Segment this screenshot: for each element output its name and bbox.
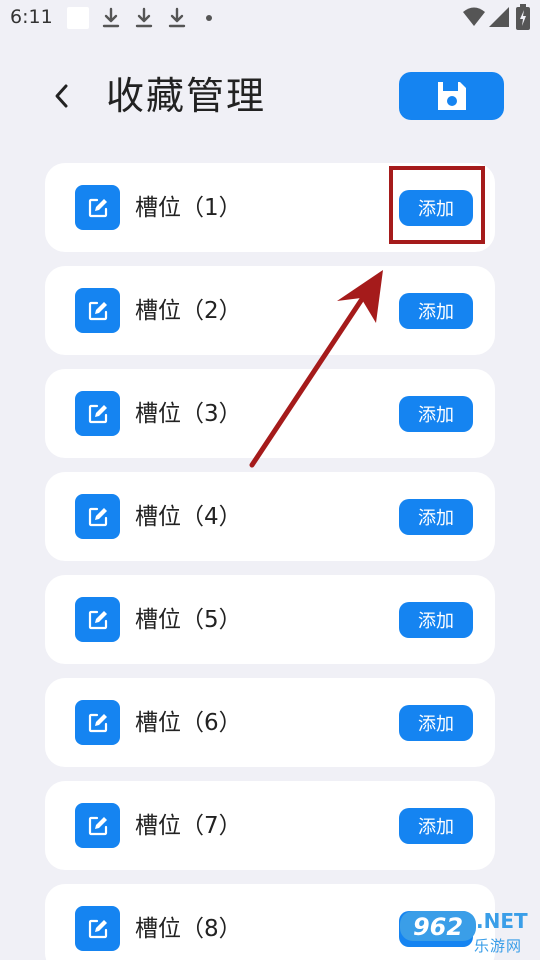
edit-icon	[88, 816, 107, 835]
slot-label: 槽位（7）	[135, 813, 242, 839]
status-time: 6:11	[10, 6, 53, 28]
slot-label: 槽位（1）	[135, 195, 242, 221]
slot-card-7: 槽位（7） 添加	[45, 781, 495, 870]
battery-icon	[516, 4, 530, 30]
download-icon	[102, 7, 120, 28]
edit-button[interactable]	[75, 597, 120, 642]
notification-icon	[67, 7, 89, 29]
add-button[interactable]: 添加	[399, 705, 473, 741]
edit-icon	[88, 404, 107, 423]
edit-icon	[88, 507, 107, 526]
watermark-net: .NET	[476, 909, 528, 933]
chevron-left-icon	[55, 84, 68, 108]
watermark-site: 乐游网	[474, 937, 523, 955]
edit-icon	[88, 198, 107, 217]
watermark: 962 .NET 乐游网	[398, 905, 536, 957]
slot-label: 槽位（2）	[135, 298, 242, 324]
slot-label: 槽位（6）	[135, 710, 242, 736]
edit-button[interactable]	[75, 700, 120, 745]
watermark-logo-text: 962	[413, 913, 463, 941]
slot-card-5: 槽位（5） 添加	[45, 575, 495, 664]
slot-card-6: 槽位（6） 添加	[45, 678, 495, 767]
status-bar: 6:11	[0, 0, 540, 38]
slot-card-2: 槽位（2） 添加	[45, 266, 495, 355]
edit-button[interactable]	[75, 391, 120, 436]
add-button[interactable]: 添加	[399, 602, 473, 638]
edit-button[interactable]	[75, 906, 120, 951]
back-button[interactable]	[44, 78, 80, 114]
slot-label: 槽位（5）	[135, 607, 242, 633]
add-button[interactable]: 添加	[399, 499, 473, 535]
dot-icon	[206, 15, 212, 21]
slot-card-4: 槽位（4） 添加	[45, 472, 495, 561]
edit-button[interactable]	[75, 494, 120, 539]
slot-label: 槽位（8）	[135, 916, 242, 942]
highlight-box	[389, 166, 485, 244]
slot-label: 槽位（4）	[135, 504, 242, 530]
slot-card-3: 槽位（3） 添加	[45, 369, 495, 458]
wifi-icon	[463, 7, 485, 26]
edit-icon	[88, 919, 107, 938]
slot-label: 槽位（3）	[135, 401, 242, 427]
add-button[interactable]: 添加	[399, 808, 473, 844]
edit-icon	[88, 610, 107, 629]
edit-icon	[88, 713, 107, 732]
screen: 6:11 收藏管理 槽位（1） 添加 槽位（2） 添加 槽位（3） 添加 槽位（…	[0, 0, 540, 960]
save-button[interactable]	[399, 72, 504, 120]
download-icon	[135, 7, 153, 28]
floppy-disk-icon	[437, 82, 466, 110]
add-button[interactable]: 添加	[399, 293, 473, 329]
page-title: 收藏管理	[106, 74, 267, 118]
edit-button[interactable]	[75, 803, 120, 848]
signal-icon	[489, 7, 509, 27]
edit-button[interactable]	[75, 185, 120, 230]
edit-button[interactable]	[75, 288, 120, 333]
download-icon	[168, 7, 186, 28]
add-button[interactable]: 添加	[399, 396, 473, 432]
edit-icon	[88, 301, 107, 320]
